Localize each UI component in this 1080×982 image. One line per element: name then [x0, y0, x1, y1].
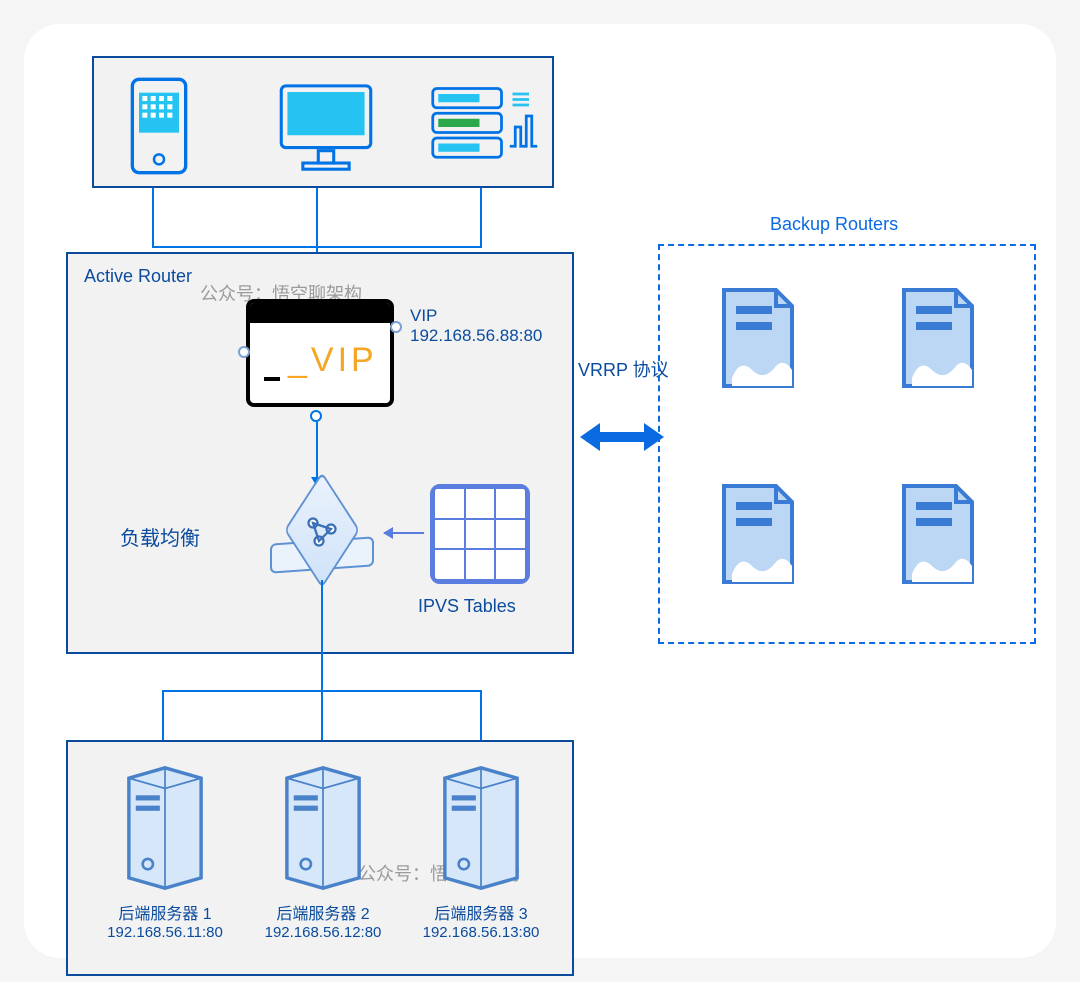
backend-servers-box: 公众号：悟空聊架构 后端服务器 1 192.168.56.11:80 [66, 740, 574, 976]
backup-router-icon-3 [716, 482, 800, 590]
server-icon [280, 764, 366, 892]
backend-server-3: 后端服务器 3 192.168.56.13:80 [406, 764, 556, 941]
lb-label: 负载均衡 [120, 522, 200, 551]
arrow-ipvs-to-lb [384, 532, 424, 534]
ipvs-label: IPVS Tables [418, 596, 516, 617]
arrow-vrrp [598, 432, 646, 442]
desktop-icon [272, 76, 380, 176]
server-icon [122, 764, 208, 892]
backup-router-icon-2 [896, 286, 980, 394]
server-label: 后端服务器 1 [90, 900, 240, 924]
server-icon [438, 764, 524, 892]
server-ip: 192.168.56.12:80 [248, 924, 398, 941]
backup-router-icon-4 [896, 482, 980, 590]
server-label: 后端服务器 3 [406, 900, 556, 924]
active-router-title: Active Router [84, 266, 192, 287]
clients-box [92, 56, 554, 188]
backend-server-2: 后端服务器 2 192.168.56.12:80 [248, 764, 398, 941]
ipvs-tables-icon [430, 484, 530, 584]
backend-server-1: 后端服务器 1 192.168.56.11:80 [90, 764, 240, 941]
vip-label: VIP 192.168.56.88:80 [410, 306, 542, 346]
client-center-line [316, 188, 318, 248]
vip-dot-left [238, 346, 250, 358]
server-label: 后端服务器 2 [248, 900, 398, 924]
vip-dot-right [390, 321, 402, 333]
vip-bottom-dot [310, 410, 322, 422]
vip-terminal: _VIP [246, 299, 394, 407]
vrrp-label: VRRP 协议 [578, 356, 669, 382]
backup-routers-title: Backup Routers [770, 214, 898, 235]
server-ip: 192.168.56.11:80 [90, 924, 240, 941]
backup-router-icon-1 [716, 286, 800, 394]
vip-text: _VIP [288, 341, 378, 380]
lb-to-back-stem [321, 580, 323, 690]
server-ip: 192.168.56.13:80 [406, 924, 556, 941]
backup-routers-box [658, 244, 1036, 644]
server-rack-icon [430, 82, 540, 172]
phone-icon [124, 76, 194, 176]
load-balancer-icon [270, 496, 374, 568]
